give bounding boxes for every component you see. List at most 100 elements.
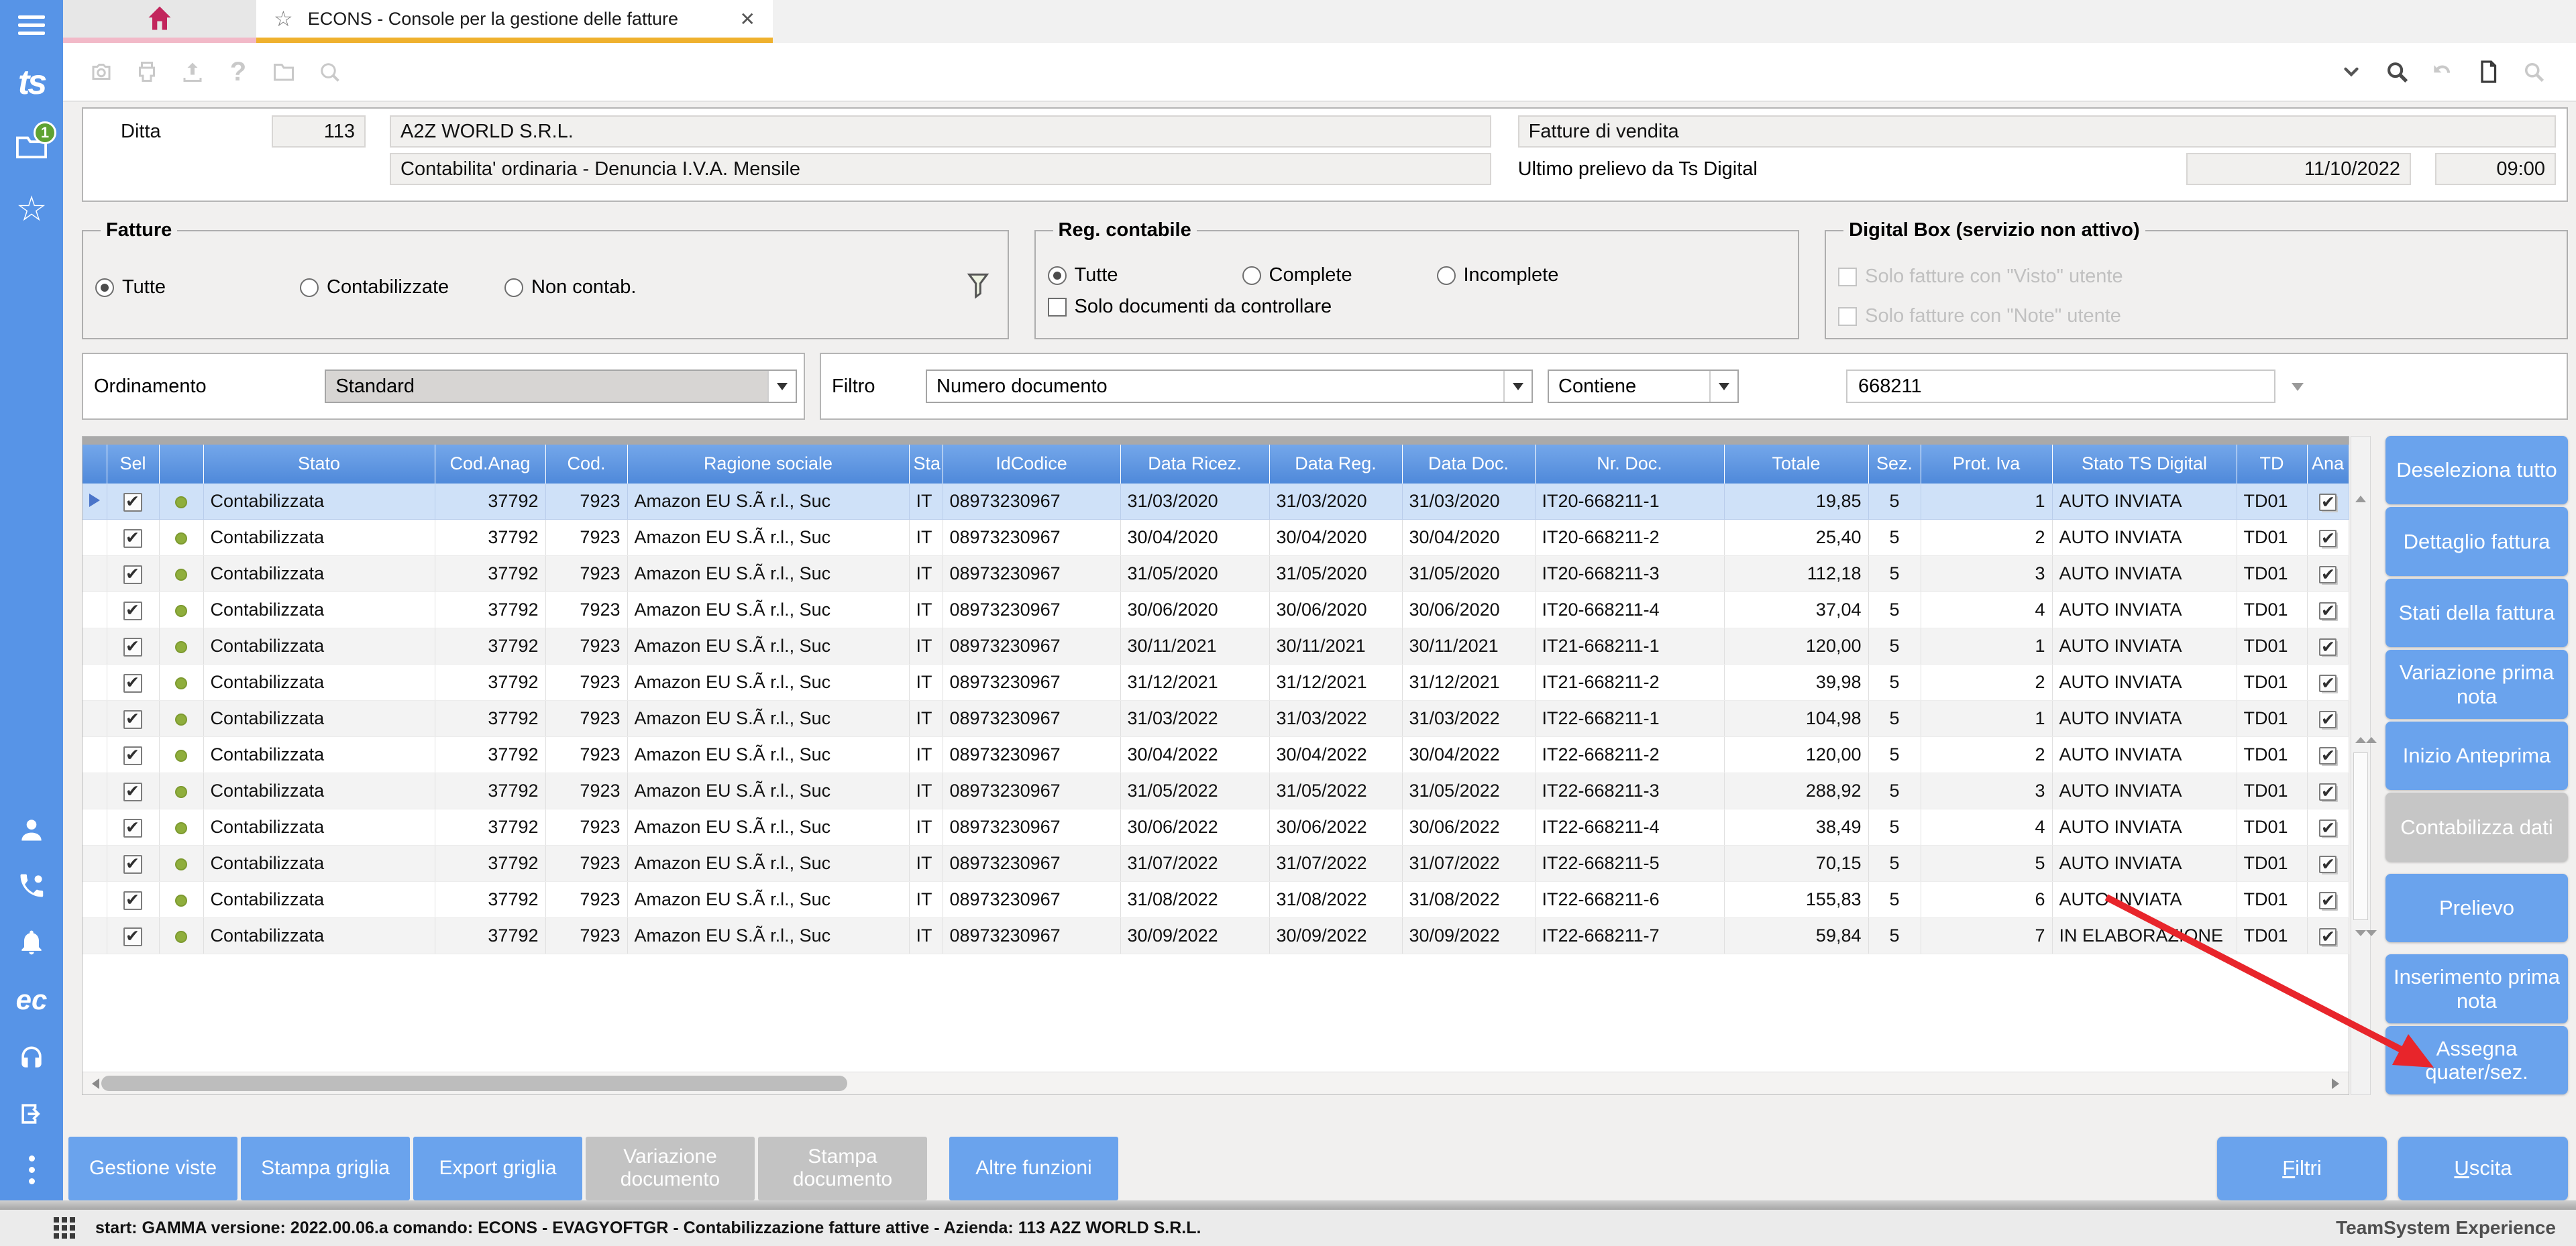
search-icon[interactable] <box>317 59 342 84</box>
scroll-page-up-icon[interactable] <box>2355 726 2377 738</box>
company-name-field[interactable]: A2Z WORLD S.R.L. <box>390 115 1491 148</box>
bottom-bar-button[interactable]: Variazione documento <box>586 1137 755 1200</box>
table-row[interactable]: Contabilizzata 37792 7923 Amazon EU S.Ã … <box>83 737 2349 773</box>
search-secondary-icon[interactable] <box>2521 59 2546 84</box>
ana-checkbox[interactable] <box>2319 856 2337 873</box>
row-select-checkbox[interactable] <box>123 493 142 512</box>
filter-operator-select[interactable]: Contiene <box>1548 370 1739 403</box>
ana-checkbox[interactable] <box>2319 819 2337 837</box>
bottom-bar-button[interactable]: Export griglia <box>413 1137 582 1200</box>
ana-checkbox[interactable] <box>2319 638 2337 656</box>
table-row[interactable]: Contabilizzata 37792 7923 Amazon EU S.Ã … <box>83 484 2349 520</box>
column-header[interactable]: Cod. <box>545 445 627 484</box>
last-pull-date-field[interactable]: 11/10/2022 <box>2186 153 2411 185</box>
column-header[interactable] <box>83 445 107 484</box>
table-row[interactable]: Contabilizzata 37792 7923 Amazon EU S.Ã … <box>83 809 2349 846</box>
scroll-page-down-icon[interactable] <box>2355 936 2377 948</box>
column-header[interactable]: Prot. Iva <box>1921 445 2052 484</box>
reg-contabile-radio-option[interactable]: Tutte <box>1048 264 1242 286</box>
sidebar-item-documents[interactable]: 1 <box>16 132 47 162</box>
vertical-scroll-thumb[interactable] <box>2353 752 2368 920</box>
table-row[interactable]: Contabilizzata 37792 7923 Amazon EU S.Ã … <box>83 918 2349 954</box>
new-document-icon[interactable] <box>2475 59 2501 84</box>
row-select-checkbox[interactable] <box>123 565 142 584</box>
favorites-star-icon[interactable]: ☆ <box>16 192 48 227</box>
table-row[interactable]: Contabilizzata 37792 7923 Amazon EU S.Ã … <box>83 773 2349 809</box>
ana-checkbox[interactable] <box>2319 747 2337 764</box>
help-icon[interactable]: ? <box>225 59 251 84</box>
row-select-checkbox[interactable] <box>123 927 142 946</box>
folder-icon[interactable] <box>271 59 297 84</box>
tab-econs[interactable]: ☆ ECONS - Console per la gestione delle … <box>256 0 773 43</box>
dropdown-arrow-icon[interactable] <box>767 371 796 402</box>
undo-icon[interactable] <box>2430 59 2455 84</box>
column-header[interactable]: Ana <box>2307 445 2349 484</box>
side-panel-button[interactable]: Deseleziona tutto <box>2385 436 2568 505</box>
dropdown-arrow-icon[interactable] <box>1709 371 1737 402</box>
row-select-checkbox[interactable] <box>123 638 142 657</box>
support-headset-icon[interactable] <box>17 1043 46 1072</box>
vertical-scrollbar[interactable] <box>2351 436 2371 1095</box>
side-panel-button[interactable]: Contabilizza dati <box>2385 793 2568 862</box>
filter-history-arrow-icon[interactable] <box>2292 383 2304 397</box>
table-row[interactable]: Contabilizzata 37792 7923 Amazon EU S.Ã … <box>83 520 2349 556</box>
ana-checkbox[interactable] <box>2319 711 2337 728</box>
ana-checkbox[interactable] <box>2319 892 2337 909</box>
row-select-checkbox[interactable] <box>123 819 142 838</box>
fatture-radio-option[interactable]: Contabilizzate <box>300 276 504 298</box>
uscita-button[interactable]: Uscita <box>2398 1137 2568 1200</box>
side-panel-button[interactable]: Dettaglio fattura <box>2385 507 2568 576</box>
ditta-code-field[interactable]: 113 <box>272 115 366 148</box>
menu-icon[interactable] <box>18 11 45 40</box>
notifications-bell-icon[interactable] <box>17 927 46 957</box>
tab-home[interactable] <box>63 0 256 43</box>
column-header[interactable]: Data Doc. <box>1402 445 1535 484</box>
grip-dots-icon[interactable] <box>54 1217 75 1239</box>
close-icon[interactable]: ✕ <box>740 8 755 30</box>
column-header[interactable]: Sel <box>107 445 159 484</box>
ana-checkbox[interactable] <box>2319 602 2337 620</box>
scroll-up-arrow-icon[interactable] <box>2355 490 2366 502</box>
ec-logo[interactable]: ec <box>16 984 48 1016</box>
tab-star-icon[interactable]: ☆ <box>274 6 293 32</box>
side-panel-button[interactable]: Inizio Anteprima <box>2385 722 2568 791</box>
logout-icon[interactable] <box>17 1099 46 1129</box>
row-select-checkbox[interactable] <box>123 674 142 693</box>
side-panel-button[interactable]: Inserimento prima nota <box>2385 954 2568 1023</box>
camera-icon[interactable] <box>89 59 114 84</box>
column-header[interactable]: Totale <box>1724 445 1868 484</box>
row-select-checkbox[interactable] <box>123 746 142 765</box>
column-header[interactable] <box>159 445 203 484</box>
last-pull-time-field[interactable]: 09:00 <box>2435 153 2556 185</box>
phone-icon[interactable] <box>17 871 46 901</box>
column-header[interactable]: Stato <box>203 445 435 484</box>
column-header[interactable]: Ragione sociale <box>627 445 909 484</box>
bottom-bar-button[interactable]: Stampa griglia <box>241 1137 410 1200</box>
filtri-button[interactable]: Filtri <box>2217 1137 2387 1200</box>
ana-checkbox[interactable] <box>2319 675 2337 692</box>
fatture-radio-option[interactable]: Tutte <box>95 276 300 298</box>
horizontal-scrollbar[interactable] <box>83 1072 2349 1094</box>
row-select-checkbox[interactable] <box>123 710 142 729</box>
table-row[interactable]: Contabilizzata 37792 7923 Amazon EU S.Ã … <box>83 556 2349 592</box>
solo-documenti-checkbox[interactable]: Solo documenti da controllare <box>1048 296 1782 318</box>
reg-contabile-radio-option[interactable]: Complete <box>1242 264 1437 286</box>
table-row[interactable]: Contabilizzata 37792 7923 Amazon EU S.Ã … <box>83 846 2349 882</box>
filter-funnel-icon[interactable] <box>965 271 991 304</box>
horizontal-scroll-thumb[interactable] <box>101 1076 847 1091</box>
ana-checkbox[interactable] <box>2319 783 2337 801</box>
invoice-type-field[interactable]: Fatture di vendita <box>1518 115 2556 148</box>
chevron-down-icon[interactable] <box>2339 59 2364 84</box>
upload-icon[interactable] <box>180 59 205 84</box>
reg-contabile-radio-option[interactable]: Incomplete <box>1437 264 1631 286</box>
scroll-left-arrow-icon[interactable] <box>87 1078 99 1089</box>
row-select-checkbox[interactable] <box>123 783 142 801</box>
table-row[interactable]: Contabilizzata 37792 7923 Amazon EU S.Ã … <box>83 592 2349 628</box>
column-header[interactable]: Data Reg. <box>1269 445 1402 484</box>
ana-checkbox[interactable] <box>2319 928 2337 946</box>
fatture-radio-option[interactable]: Non contab. <box>504 276 709 298</box>
ana-checkbox[interactable] <box>2319 494 2337 511</box>
print-icon[interactable] <box>134 59 160 84</box>
ana-checkbox[interactable] <box>2319 530 2337 547</box>
more-options-icon[interactable] <box>29 1155 35 1184</box>
